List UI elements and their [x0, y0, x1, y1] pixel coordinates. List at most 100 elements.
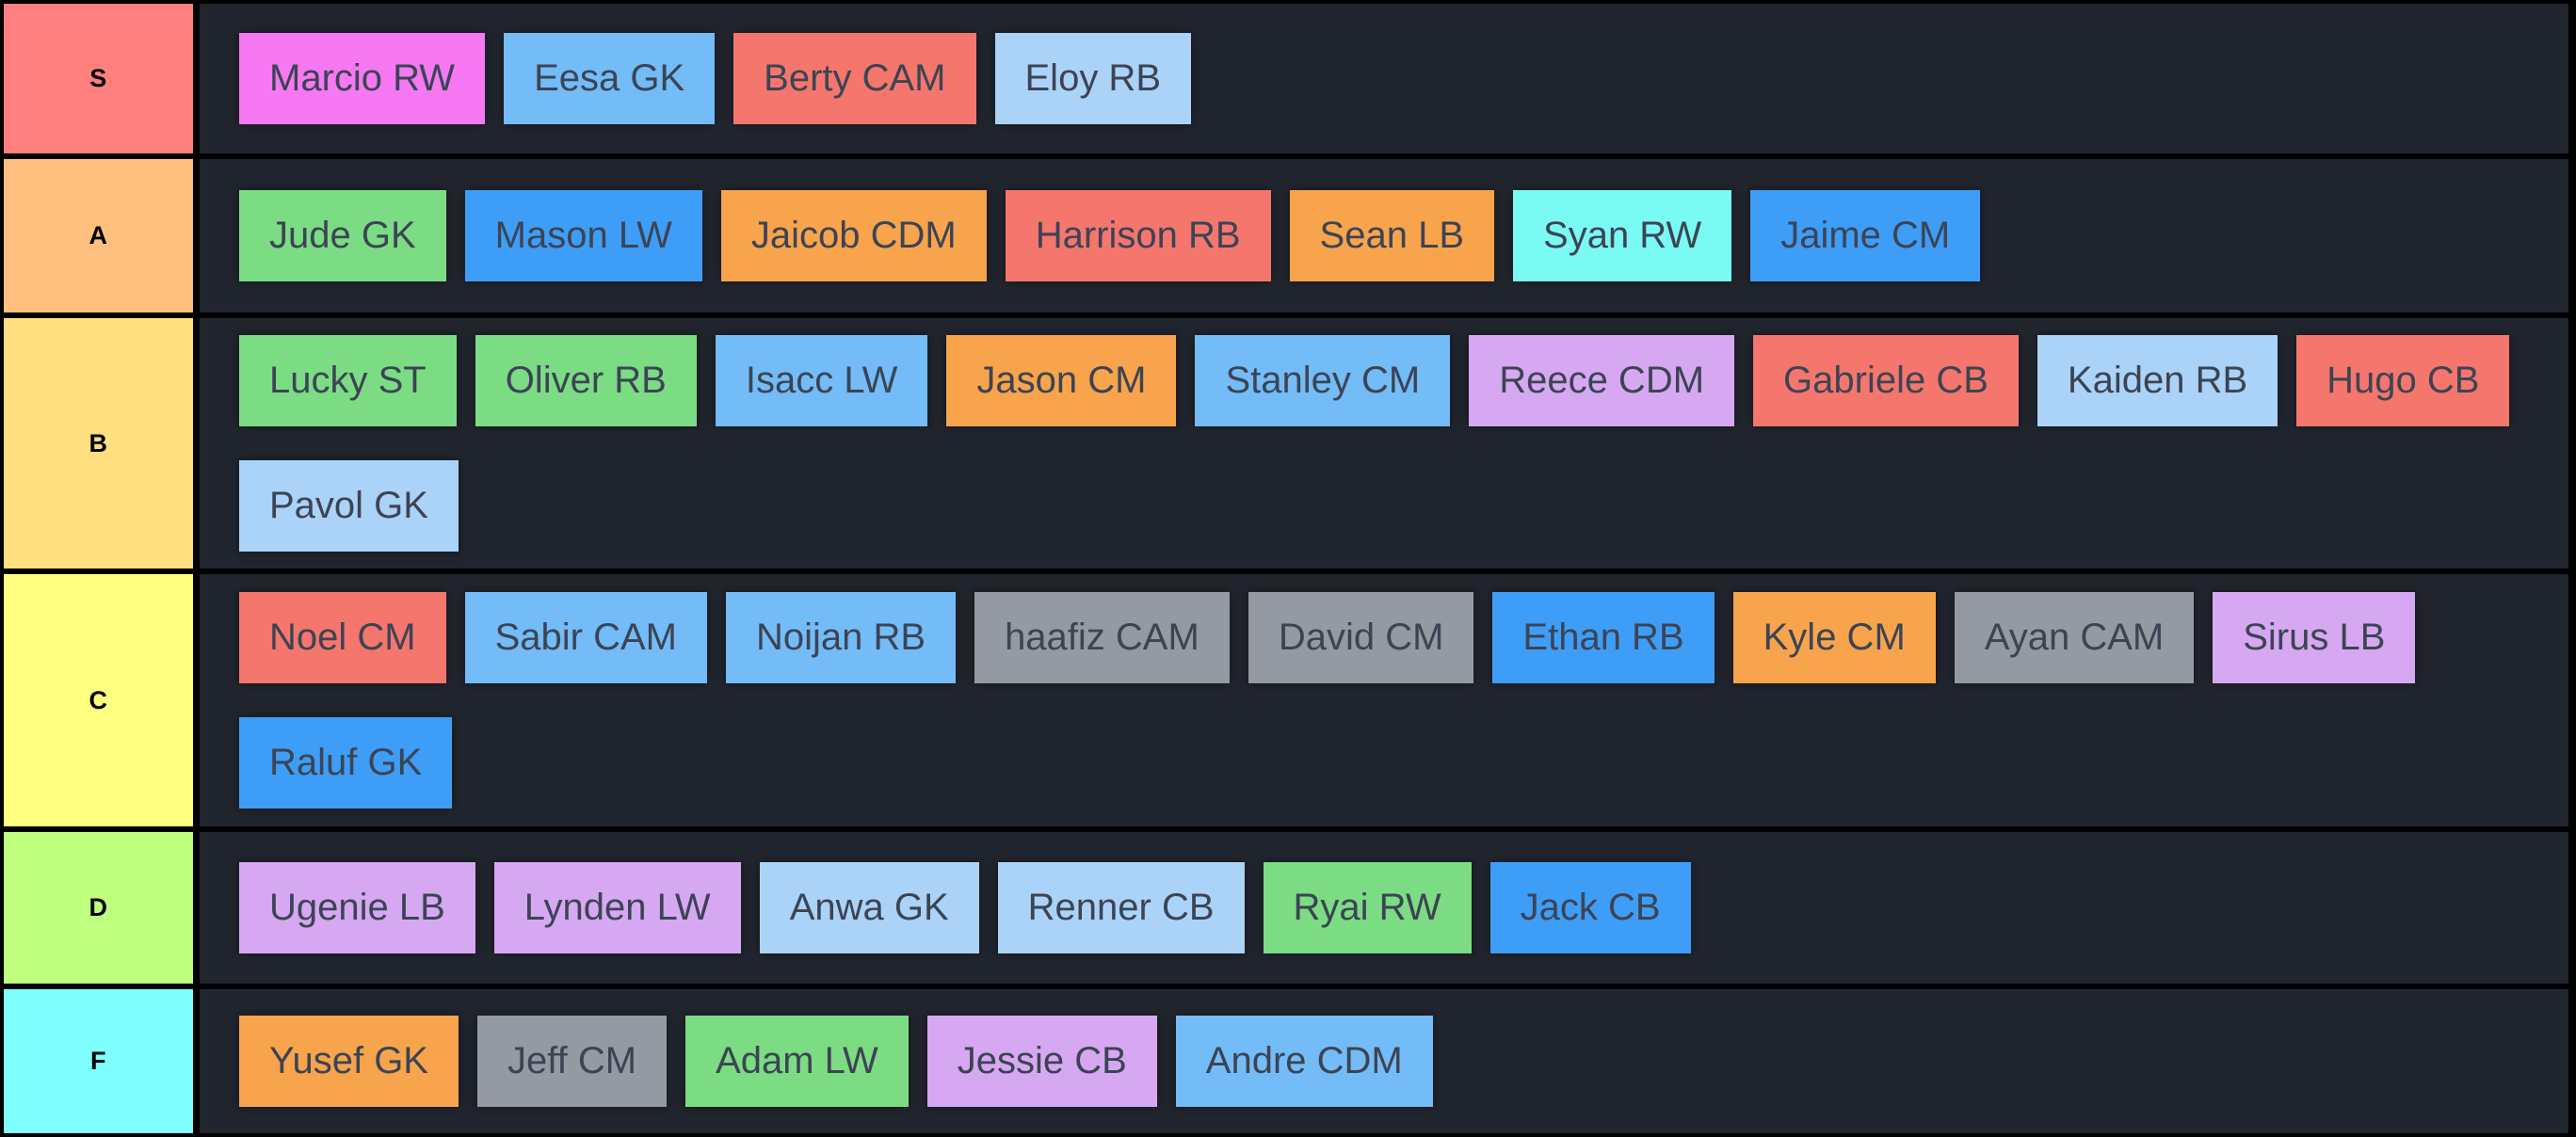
- player-card-label: Lucky ST: [269, 360, 427, 402]
- player-card[interactable]: Jude GK: [239, 190, 446, 281]
- player-card[interactable]: Jeff CM: [477, 1016, 667, 1107]
- player-card-label: Noel CM: [269, 617, 416, 659]
- tier-row-content-c: Noel CM Sabir CAM Noijan RB haafiz CAM David…: [200, 574, 2568, 826]
- player-card-label: Ayan CAM: [1985, 617, 2164, 659]
- tier-row-f: F Yusef GK Jeff CM Adam LW Jessie CB Andre CD…: [4, 989, 2568, 1133]
- tier-label-cell-f[interactable]: F: [4, 989, 200, 1133]
- player-card[interactable]: Hugo CB: [2296, 335, 2509, 426]
- player-card[interactable]: Anwa GK: [760, 862, 979, 953]
- player-card-label: Ugenie LB: [269, 887, 445, 929]
- player-card-label: Renner CB: [1028, 887, 1215, 929]
- player-card-label: Gabriele CB: [1783, 360, 1988, 402]
- player-card[interactable]: Jason CM: [946, 335, 1176, 426]
- tier-row-c: C Noel CM Sabir CAM Noijan RB haafiz CAM Davi…: [4, 574, 2568, 832]
- tier-row-a: A Jude GK Mason LW Jaicob CDM Harrison RB Sea…: [4, 159, 2568, 318]
- player-card-label: Isacc LW: [746, 360, 898, 402]
- tier-label: S: [89, 64, 107, 93]
- tier-row-content-b: Lucky ST Oliver RB Isacc LW Jason CM Stanley…: [200, 318, 2568, 568]
- player-card[interactable]: Raluf GK: [239, 717, 452, 809]
- player-card[interactable]: Eesa GK: [504, 33, 715, 124]
- player-card[interactable]: Harrison RB: [1006, 190, 1271, 281]
- player-card[interactable]: Jaime CM: [1750, 190, 1980, 281]
- player-card[interactable]: Stanley CM: [1195, 335, 1450, 426]
- player-card-label: Andre CDM: [1206, 1040, 1403, 1082]
- tier-label-cell-d[interactable]: D: [4, 832, 200, 984]
- tier-label: C: [89, 686, 108, 715]
- player-card[interactable]: Mason LW: [465, 190, 702, 281]
- tier-list: S Marcio RW Eesa GK Berty CAM Eloy RB A Jude G…: [0, 0, 2576, 1137]
- player-card-label: Eloy RB: [1025, 57, 1162, 100]
- player-card-label: Adam LW: [716, 1040, 878, 1082]
- tier-row-content-a: Jude GK Mason LW Jaicob CDM Harrison RB Sean…: [200, 159, 2568, 312]
- player-card[interactable]: haafiz CAM: [974, 592, 1230, 683]
- player-card-label: Raluf GK: [269, 742, 422, 784]
- tier-label-cell-b[interactable]: B: [4, 318, 200, 568]
- player-card-label: Pavol GK: [269, 485, 428, 527]
- player-card[interactable]: Yusef GK: [239, 1016, 459, 1107]
- player-card-label: Jack CB: [1521, 887, 1661, 929]
- player-card[interactable]: Jessie CB: [927, 1016, 1157, 1107]
- player-card-label: Ethan RB: [1522, 617, 1683, 659]
- player-card-label: Hugo CB: [2326, 360, 2479, 402]
- player-card[interactable]: Sirus LB: [2213, 592, 2415, 683]
- player-card-label: haafiz CAM: [1005, 617, 1199, 659]
- player-card[interactable]: Ethan RB: [1492, 592, 1714, 683]
- player-card-label: Sabir CAM: [495, 617, 677, 659]
- player-card[interactable]: Ugenie LB: [239, 862, 475, 953]
- player-card-label: Yusef GK: [269, 1040, 428, 1082]
- player-card[interactable]: Jaicob CDM: [721, 190, 987, 281]
- player-card-label: Jaime CM: [1780, 215, 1950, 257]
- player-card[interactable]: Lucky ST: [239, 335, 457, 426]
- player-card[interactable]: Jack CB: [1490, 862, 1691, 953]
- player-card-label: Eesa GK: [534, 57, 684, 100]
- player-card-label: Noijan RB: [756, 617, 926, 659]
- player-card-label: Sean LB: [1320, 215, 1464, 257]
- tier-label: B: [89, 429, 108, 458]
- player-card[interactable]: Eloy RB: [995, 33, 1192, 124]
- tier-row-content-d: Ugenie LB Lynden LW Anwa GK Renner CB Ryai R…: [200, 832, 2568, 984]
- tier-label: F: [90, 1047, 106, 1076]
- tier-row-s: S Marcio RW Eesa GK Berty CAM Eloy RB: [4, 4, 2568, 159]
- player-card-label: Jason CM: [976, 360, 1146, 402]
- tier-label: A: [89, 221, 108, 250]
- player-card-label: Jaicob CDM: [751, 215, 957, 257]
- player-card[interactable]: Sean LB: [1290, 190, 1494, 281]
- player-card[interactable]: Sabir CAM: [465, 592, 707, 683]
- tier-label: D: [89, 893, 108, 922]
- player-card[interactable]: Syan RW: [1513, 190, 1731, 281]
- player-card[interactable]: Gabriele CB: [1753, 335, 2019, 426]
- player-card-label: Jeff CM: [507, 1040, 636, 1082]
- player-card[interactable]: Marcio RW: [239, 33, 485, 124]
- tier-row-content-f: Yusef GK Jeff CM Adam LW Jessie CB Andre CDM: [200, 989, 2568, 1133]
- player-card[interactable]: Isacc LW: [716, 335, 928, 426]
- player-card-label: David CM: [1279, 617, 1444, 659]
- player-card[interactable]: Renner CB: [998, 862, 1245, 953]
- player-card[interactable]: Ryai RW: [1264, 862, 1472, 953]
- player-card-label: Oliver RB: [506, 360, 667, 402]
- player-card[interactable]: Andre CDM: [1176, 1016, 1433, 1107]
- player-card[interactable]: Lynden LW: [494, 862, 741, 953]
- player-card[interactable]: Pavol GK: [239, 460, 459, 552]
- player-card-label: Mason LW: [495, 215, 672, 257]
- player-card-label: Anwa GK: [790, 887, 949, 929]
- player-card[interactable]: Noel CM: [239, 592, 446, 683]
- tier-row-d: D Ugenie LB Lynden LW Anwa GK Renner CB Ryai …: [4, 832, 2568, 989]
- player-card[interactable]: Kyle CM: [1733, 592, 1936, 683]
- player-card[interactable]: Kaiden RB: [2037, 335, 2278, 426]
- player-card[interactable]: Noijan RB: [726, 592, 956, 683]
- tier-row-b: B Lucky ST Oliver RB Isacc LW Jason CM Stanle…: [4, 318, 2568, 574]
- tier-label-cell-a[interactable]: A: [4, 159, 200, 312]
- player-card[interactable]: Adam LW: [685, 1016, 909, 1107]
- player-card[interactable]: Ayan CAM: [1955, 592, 2194, 683]
- player-card[interactable]: Oliver RB: [475, 335, 697, 426]
- player-card[interactable]: Berty CAM: [733, 33, 975, 124]
- player-card-label: Kyle CM: [1763, 617, 1906, 659]
- player-card-label: Jude GK: [269, 215, 416, 257]
- tier-label-cell-c[interactable]: C: [4, 574, 200, 826]
- player-card-label: Stanley CM: [1225, 360, 1420, 402]
- player-card-label: Syan RW: [1543, 215, 1701, 257]
- player-card[interactable]: Reece CDM: [1469, 335, 1734, 426]
- player-card[interactable]: David CM: [1248, 592, 1474, 683]
- player-card-label: Berty CAM: [764, 57, 945, 100]
- tier-label-cell-s[interactable]: S: [4, 4, 200, 153]
